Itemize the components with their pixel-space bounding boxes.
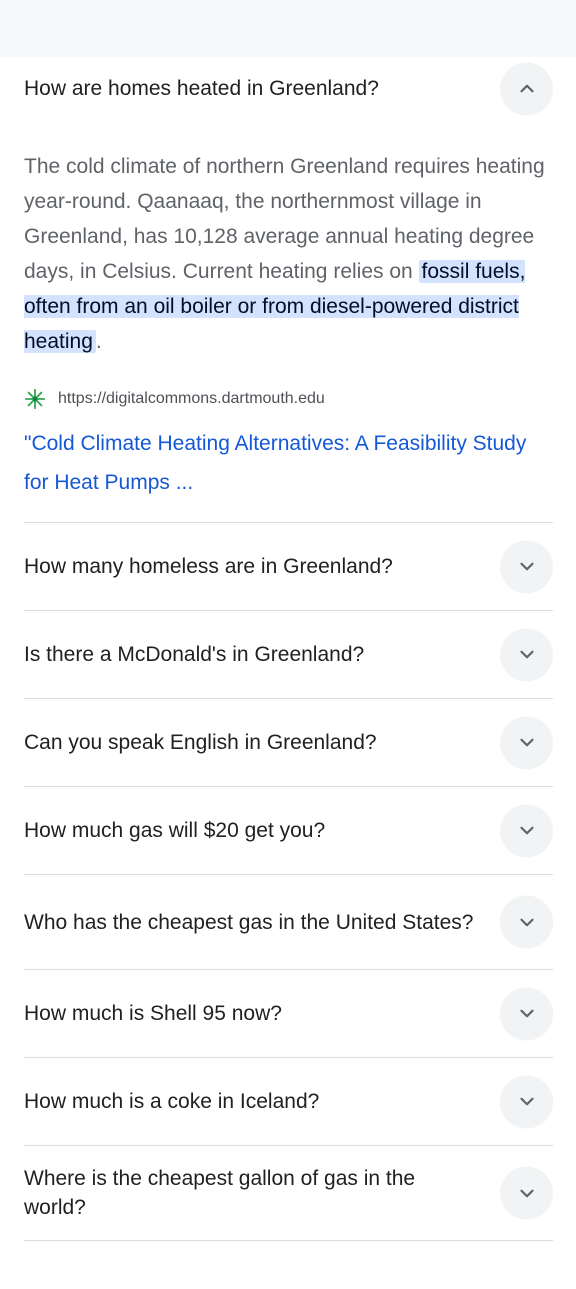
question-list: How many homeless are in Greenland? Is th… bbox=[24, 523, 553, 1241]
question-text: How much is a coke in Iceland? bbox=[24, 1090, 320, 1113]
expand-button[interactable] bbox=[500, 540, 553, 593]
question-row-expanded[interactable]: How are homes heated in Greenland? bbox=[24, 57, 553, 120]
chevron-down-icon bbox=[519, 1009, 534, 1018]
people-also-ask: How are homes heated in Greenland? The c… bbox=[24, 57, 553, 1241]
source-url: https://digitalcommons.dartmouth.edu bbox=[58, 390, 325, 407]
expand-button[interactable] bbox=[500, 1166, 553, 1220]
question-row[interactable]: Can you speak English in Greenland? bbox=[24, 699, 553, 787]
source-title-link[interactable]: "Cold Climate Heating Alternatives: A Fe… bbox=[24, 424, 553, 502]
question-text: Where is the cheapest gallon of gas in t… bbox=[24, 1167, 416, 1219]
chevron-up-icon bbox=[519, 84, 534, 93]
question-text: Is there a McDonald's in Greenland? bbox=[24, 643, 365, 666]
source-row[interactable]: https://digitalcommons.dartmouth.edu bbox=[24, 387, 553, 411]
expand-button[interactable] bbox=[500, 628, 553, 681]
chevron-down-icon bbox=[519, 1189, 534, 1197]
question-text: Can you speak English in Greenland? bbox=[24, 731, 377, 754]
top-band bbox=[0, 0, 576, 57]
chevron-down-icon bbox=[519, 1097, 534, 1106]
site-favicon-icon bbox=[24, 388, 46, 410]
question-row[interactable]: Where is the cheapest gallon of gas in t… bbox=[24, 1146, 553, 1241]
question-text: Who has the cheapest gas in the United S… bbox=[24, 910, 474, 934]
question-row[interactable]: How much gas will $20 get you? bbox=[24, 787, 553, 875]
answer-panel: The cold climate of northern Greenland r… bbox=[24, 120, 553, 523]
expand-button[interactable] bbox=[500, 987, 553, 1040]
answer-text: The cold climate of northern Greenland r… bbox=[24, 149, 553, 359]
question-text: How much is Shell 95 now? bbox=[24, 1002, 282, 1025]
question-row[interactable]: How much is Shell 95 now? bbox=[24, 970, 553, 1058]
expand-button[interactable] bbox=[500, 895, 553, 949]
chevron-down-icon bbox=[519, 650, 534, 659]
answer-suffix: . bbox=[95, 330, 102, 353]
chevron-down-icon bbox=[519, 826, 534, 835]
expand-button[interactable] bbox=[500, 1075, 553, 1128]
question-text: How much gas will $20 get you? bbox=[24, 819, 326, 842]
question-text: How many homeless are in Greenland? bbox=[24, 555, 393, 578]
collapse-button[interactable] bbox=[500, 62, 553, 115]
question-row[interactable]: Is there a McDonald's in Greenland? bbox=[24, 611, 553, 699]
question-row[interactable]: How many homeless are in Greenland? bbox=[24, 523, 553, 611]
expand-button[interactable] bbox=[500, 716, 553, 769]
question-row[interactable]: Who has the cheapest gas in the United S… bbox=[24, 875, 553, 970]
expand-button[interactable] bbox=[500, 804, 553, 857]
chevron-down-icon bbox=[519, 738, 534, 747]
question-text: How are homes heated in Greenland? bbox=[24, 77, 379, 100]
question-row[interactable]: How much is a coke in Iceland? bbox=[24, 1058, 553, 1146]
chevron-down-icon bbox=[519, 562, 534, 571]
chevron-down-icon bbox=[519, 918, 534, 926]
